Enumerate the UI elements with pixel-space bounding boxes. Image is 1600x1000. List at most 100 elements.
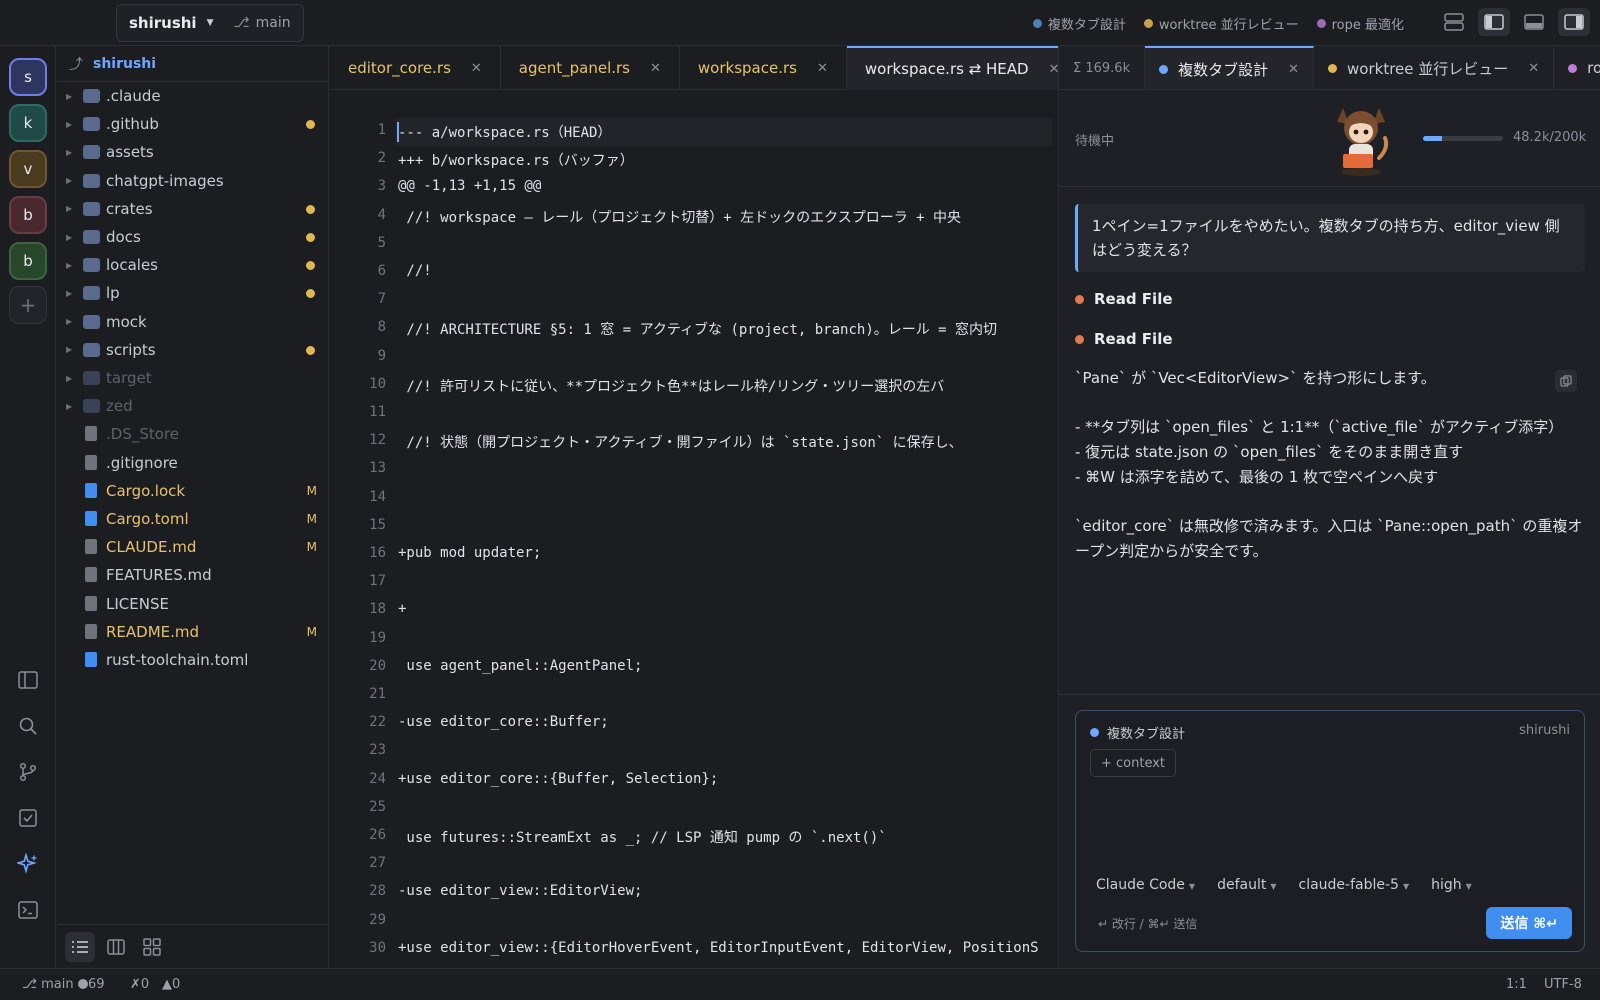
tool-call-label: Read File xyxy=(1094,290,1173,308)
composer-option-select[interactable]: Claude Code ▼ xyxy=(1096,877,1195,893)
thread-chip[interactable]: 複数タブ設計 xyxy=(1032,14,1126,33)
thread-chip[interactable]: rope 最適化 xyxy=(1316,14,1404,33)
chevron-right-icon[interactable]: ▶ xyxy=(66,92,72,101)
editor-tab[interactable]: workspace.rs ✕ xyxy=(680,46,847,90)
agent-tab[interactable]: 複数タブ設計 ✕ xyxy=(1145,46,1315,89)
close-icon[interactable]: ✕ xyxy=(650,61,661,76)
git-status-badge: M xyxy=(306,624,317,639)
chevron-right-icon[interactable]: ▶ xyxy=(66,204,72,213)
tree-item[interactable]: ▶ crates xyxy=(57,195,329,223)
right-dock-toggle-icon[interactable] xyxy=(1558,8,1590,36)
tree-item[interactable]: FEATURES.md xyxy=(57,561,329,589)
tree-item[interactable]: ▶ .github xyxy=(57,110,329,138)
line-number: 4 xyxy=(377,206,386,223)
tree-item[interactable]: Cargo.lock M xyxy=(57,477,329,505)
folder-icon xyxy=(83,286,100,301)
editor-tab[interactable]: workspace.rs ⇄ HEAD ✕ xyxy=(846,46,1079,90)
rail-project-button[interactable]: v xyxy=(9,150,47,188)
tasks-icon[interactable] xyxy=(14,804,42,832)
status-branch[interactable]: ⎇ main xyxy=(22,977,74,992)
rail-project-button[interactable]: b xyxy=(9,242,47,280)
agent-tab[interactable]: worktree 並行レビュー ✕ xyxy=(1314,46,1555,89)
rail-project-button[interactable]: k xyxy=(9,104,47,142)
bottom-dock-toggle-icon[interactable] xyxy=(1518,8,1550,36)
chevron-right-icon[interactable]: ▶ xyxy=(66,345,72,354)
status-changes[interactable]: 69 xyxy=(78,977,105,992)
tree-item[interactable]: ▶ .claude xyxy=(57,82,329,110)
tree-item[interactable]: CLAUDE.md M xyxy=(57,533,329,561)
tree-item[interactable]: ▶ docs xyxy=(57,223,329,251)
tree-item[interactable]: ▶ scripts xyxy=(57,336,329,364)
editor-tab[interactable]: editor_core.rs ✕ xyxy=(330,46,501,90)
diff-editor[interactable]: 1 --- a/workspace.rs（HEAD） 2 +++ b/workspac… xyxy=(330,118,1052,968)
search-icon[interactable] xyxy=(14,712,42,740)
tree-item[interactable]: ▶ target xyxy=(57,364,329,392)
chevron-right-icon[interactable]: ▶ xyxy=(66,317,72,326)
close-icon[interactable]: ✕ xyxy=(817,61,828,76)
chevron-right-icon[interactable]: ▶ xyxy=(66,176,72,185)
composer-option-select[interactable]: high ▼ xyxy=(1431,877,1472,893)
agent-sparkle-icon[interactable] xyxy=(14,850,42,878)
explorer-root-name[interactable]: shirushi xyxy=(93,56,156,72)
rail-project-button[interactable]: b xyxy=(9,196,47,234)
status-branch-name: main xyxy=(41,977,74,992)
close-icon[interactable]: ✕ xyxy=(1528,61,1539,76)
tree-item[interactable]: rust-toolchain.toml xyxy=(57,646,329,674)
send-button[interactable]: 送信 ⌘↵ xyxy=(1486,907,1572,939)
terminal-icon[interactable] xyxy=(14,896,42,924)
cursor-position[interactable]: 1:1 xyxy=(1506,977,1527,992)
status-errors[interactable]: ✗0 xyxy=(130,977,149,992)
close-icon[interactable]: ✕ xyxy=(1288,62,1299,77)
tree-item[interactable]: .gitignore xyxy=(57,449,329,477)
chevron-right-icon[interactable]: ▶ xyxy=(66,374,72,383)
tree-item[interactable]: ▶ mock xyxy=(57,308,329,336)
copy-icon[interactable] xyxy=(1555,370,1577,392)
tree-item[interactable]: LICENSE xyxy=(57,590,329,618)
close-icon[interactable]: ✕ xyxy=(471,61,482,76)
source-control-icon[interactable] xyxy=(14,758,42,786)
tree-item[interactable]: .DS_Store xyxy=(57,420,329,448)
tree-item[interactable]: ▶ lp xyxy=(57,279,329,307)
chevron-right-icon[interactable]: ▶ xyxy=(66,148,72,157)
tool-call[interactable]: Read File xyxy=(1075,290,1173,308)
tool-call[interactable]: Read File xyxy=(1075,330,1173,348)
tree-item[interactable]: Cargo.toml M xyxy=(57,505,329,533)
thread-chip[interactable]: worktree 並行レビュー xyxy=(1143,14,1299,33)
project-switcher[interactable]: shirushi ▼ ⎇ main xyxy=(116,4,304,42)
chevron-right-icon[interactable]: ▶ xyxy=(66,402,72,411)
rail-project-button[interactable]: s xyxy=(9,58,47,96)
chevron-right-icon[interactable]: ▶ xyxy=(66,289,72,298)
file-encoding[interactable]: UTF-8 xyxy=(1544,977,1582,992)
tree-item[interactable]: ▶ locales xyxy=(57,251,329,279)
composer-option-select[interactable]: default ▼ xyxy=(1217,877,1276,893)
list-view-icon[interactable] xyxy=(65,931,95,962)
tree-item[interactable]: ▶ assets xyxy=(57,138,329,166)
explorer-view-switcher xyxy=(57,924,329,968)
left-dock-toggle-icon[interactable] xyxy=(1478,8,1510,36)
line-number: 29 xyxy=(369,911,386,928)
message-composer[interactable]: 複数タブ設計 shirushi + context Claude Code ▼ de… xyxy=(1075,710,1585,952)
tree-item[interactable]: ▶ zed xyxy=(57,392,329,420)
code-line: -use editor_core::Buffer; xyxy=(398,714,609,731)
chevron-right-icon[interactable]: ▶ xyxy=(66,120,72,129)
sidebar-icon[interactable] xyxy=(14,666,42,694)
branch-indicator[interactable]: ⎇ main xyxy=(234,15,291,31)
code-line: //! 状態（開プロジェクト・アクティブ・開ファイル）は `state.json… xyxy=(398,435,963,452)
grid-view-icon[interactable] xyxy=(137,932,167,962)
add-context-button[interactable]: + context xyxy=(1090,749,1177,777)
editor-tab[interactable]: agent_panel.rs ✕ xyxy=(501,46,680,90)
add-project-button[interactable]: + xyxy=(9,286,47,324)
tree-item[interactable]: ▶ chatgpt-images xyxy=(57,167,329,195)
tree-item[interactable]: README.md M xyxy=(57,618,329,646)
chevron-right-icon[interactable]: ▶ xyxy=(66,233,72,242)
split-layout-icon[interactable] xyxy=(1438,8,1470,36)
tree-item-label: chatgpt-images xyxy=(106,171,224,190)
composer-option-label: Claude Code xyxy=(1096,877,1185,893)
status-warnings[interactable]: ▲0 xyxy=(162,977,180,992)
line-number: 25 xyxy=(369,798,386,815)
composer-option-select[interactable]: claude-fable-5 ▼ xyxy=(1299,877,1410,893)
agent-tab[interactable]: ro xyxy=(1554,46,1600,89)
line-number: 21 xyxy=(369,686,386,702)
columns-view-icon[interactable] xyxy=(101,932,131,962)
chevron-right-icon[interactable]: ▶ xyxy=(66,261,72,270)
